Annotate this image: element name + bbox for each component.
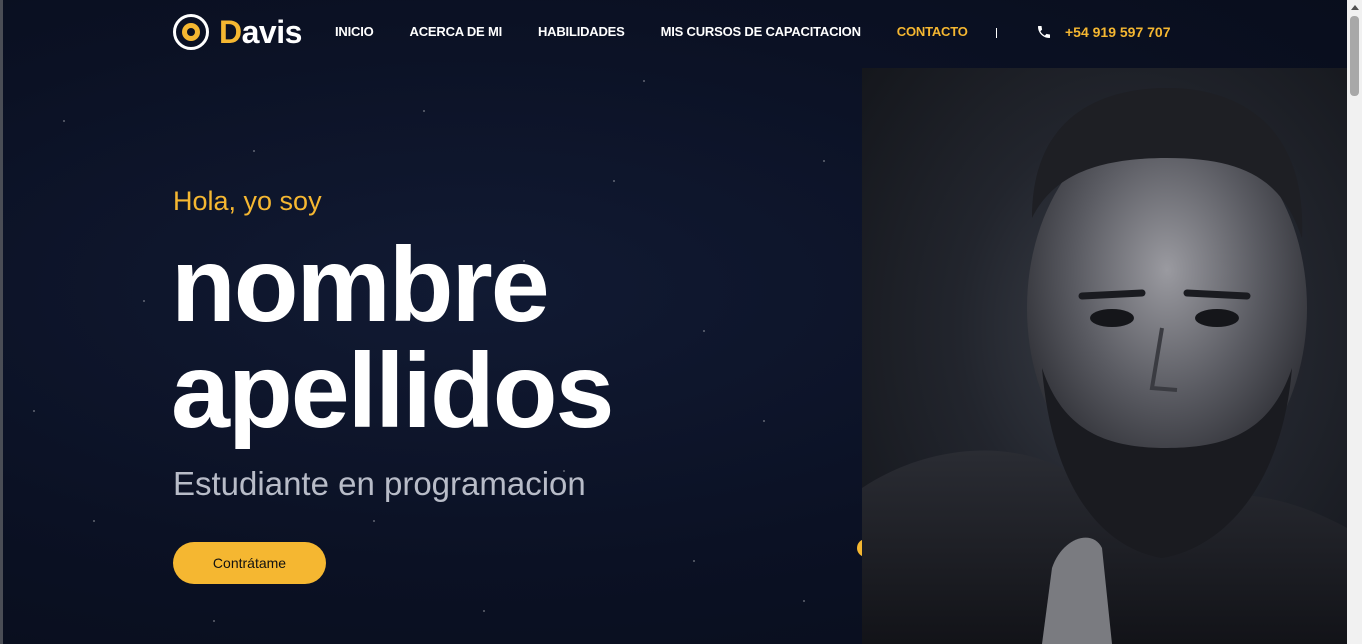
hero-name-line2: apellidos <box>171 332 614 450</box>
nav-item-habilidades[interactable]: HABILIDADES <box>538 24 625 39</box>
logo-text: Davis <box>219 14 302 50</box>
hero-portrait <box>862 68 1347 644</box>
nav-item-cursos[interactable]: MIS CURSOS DE CAPACITACION <box>661 24 861 39</box>
hero-greeting: Hola, yo soy <box>173 186 322 216</box>
logo[interactable]: Davis <box>173 14 302 50</box>
scroll-up-arrow-icon[interactable] <box>1347 0 1362 15</box>
scroll-thumb[interactable] <box>1350 16 1359 96</box>
phone-number: +54 919 597 707 <box>1065 24 1171 40</box>
nav-item-inicio[interactable]: INICIO <box>335 24 374 39</box>
phone-icon <box>1038 26 1050 38</box>
nav-divider <box>996 28 997 38</box>
scrollbar[interactable] <box>1347 0 1362 644</box>
hire-me-button[interactable]: Contrátame <box>173 542 326 584</box>
flower-circle-icon <box>173 14 209 50</box>
phone-contact[interactable]: +54 919 597 707 <box>1036 24 1171 40</box>
page: Davis INICIO ACERCA DE MI HABILIDADES MI… <box>3 0 1347 644</box>
hero-name: nombre apellidos <box>171 232 614 444</box>
main-nav: INICIO ACERCA DE MI HABILIDADES MIS CURS… <box>335 24 1004 39</box>
hero-role: Estudiante en programacion <box>173 465 586 502</box>
nav-item-acerca-de-mi[interactable]: ACERCA DE MI <box>410 24 503 39</box>
logo-first-letter: D <box>219 14 242 50</box>
hero-name-line1: nombre <box>171 226 550 344</box>
site-header: Davis INICIO ACERCA DE MI HABILIDADES MI… <box>3 0 1347 66</box>
logo-rest: avis <box>241 14 303 50</box>
nav-item-contacto[interactable]: CONTACTO <box>897 24 968 39</box>
